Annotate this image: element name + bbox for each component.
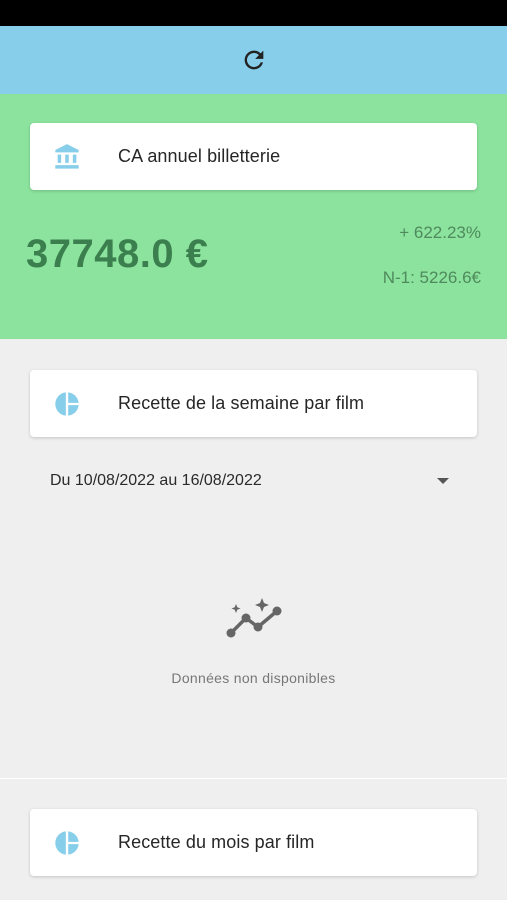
bank-icon [52, 142, 82, 172]
revenue-change-percent: + 622.23% [399, 223, 481, 242]
annual-revenue-label: CA annuel billetterie [118, 146, 281, 166]
pie-chart-icon [52, 389, 82, 419]
weekly-revenue-label: Recette de la semaine par film [118, 393, 365, 413]
date-range-select[interactable]: Du 10/08/2022 au 16/08/2022 [50, 472, 262, 490]
monthly-revenue-card[interactable]: Recette du mois par film [30, 809, 477, 876]
chevron-down-icon[interactable] [437, 478, 449, 484]
annual-revenue-card[interactable]: CA annuel billetterie [30, 123, 477, 190]
annual-revenue-value: 37748.0 € [26, 232, 209, 276]
refresh-button[interactable] [239, 45, 269, 75]
empty-state-text: Données non disponibles [171, 670, 336, 686]
monthly-revenue-label: Recette du mois par film [118, 832, 315, 852]
section-divider [0, 778, 507, 779]
status-bar [0, 0, 507, 26]
pie-chart-icon [52, 828, 82, 858]
previous-year-revenue: N-1: 5226.6€ [382, 268, 481, 287]
refresh-icon [244, 50, 264, 70]
insights-icon [226, 598, 282, 638]
weekly-revenue-card[interactable]: Recette de la semaine par film [30, 370, 477, 437]
